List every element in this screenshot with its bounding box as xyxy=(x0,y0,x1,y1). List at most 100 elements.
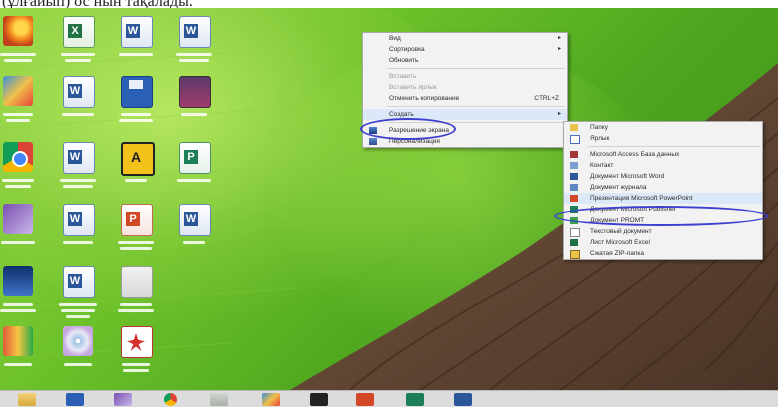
word-icon[interactable] xyxy=(454,393,472,406)
menu-item-personalize[interactable]: Персонализация xyxy=(363,136,567,147)
menu-separator xyxy=(588,146,760,147)
submenu-item-label: Папку xyxy=(590,124,608,131)
menu-item-label: Вид xyxy=(389,35,401,42)
film-icon[interactable] xyxy=(310,393,328,406)
desktop-icon-excel[interactable] xyxy=(54,16,102,78)
menu-separator xyxy=(387,106,565,107)
menu-item-label: Создать xyxy=(389,111,414,118)
desktop-icon-visual-studio[interactable] xyxy=(0,204,42,266)
word-icon xyxy=(179,16,211,48)
powerpoint-icon xyxy=(121,204,153,236)
submenu-item-label: Microsoft Access База данных xyxy=(590,151,680,158)
submenu-arrow-icon: ▸ xyxy=(557,111,561,117)
menu-item-undo-copy[interactable]: Отменить копирование CTRL+Z xyxy=(363,93,567,104)
publisher-icon[interactable] xyxy=(406,393,424,406)
desktop-icon-pdf[interactable] xyxy=(112,326,160,388)
chrome-icon[interactable] xyxy=(164,393,177,406)
new-submenu: Папку Ярлык Microsoft Access База данных… xyxy=(563,121,763,260)
desktop[interactable]: Вид ▸ Сортировка ▸ Обновить Вставить Встав… xyxy=(0,8,778,390)
paint-icon xyxy=(3,76,33,106)
paint-icon[interactable] xyxy=(262,393,280,406)
menu-item-paste[interactable]: Вставить xyxy=(363,71,567,82)
caption-text: (ұлғайып) ос нын тақалады. xyxy=(0,0,778,8)
chrome-icon xyxy=(3,142,33,172)
access-icon xyxy=(570,151,578,158)
monitor-icon xyxy=(369,127,377,134)
promt-icon xyxy=(570,217,578,224)
word-icon xyxy=(63,142,95,174)
menu-item-refresh[interactable]: Обновить xyxy=(363,55,567,66)
desktop-icon-powerpoint[interactable] xyxy=(112,204,160,266)
excel-icon xyxy=(63,16,95,48)
submenu-item-contact[interactable]: Контакт xyxy=(564,160,762,171)
visual-studio-icon[interactable] xyxy=(114,393,132,406)
desktop-icon-paint[interactable] xyxy=(0,76,42,138)
submenu-arrow-icon: ▸ xyxy=(557,35,561,41)
submenu-item-label: Презентация Microsoft PowerPoint xyxy=(590,195,693,202)
visual-studio-icon xyxy=(3,204,33,234)
submenu-item-journal[interactable]: Документ журнала xyxy=(564,182,762,193)
photo-icon xyxy=(179,76,211,108)
word-icon xyxy=(63,266,95,298)
submenu-item-word[interactable]: Документ Microsoft Word xyxy=(564,171,762,182)
zip-folder-icon xyxy=(570,250,580,259)
calculator-icon xyxy=(3,266,33,296)
submenu-item-access[interactable]: Microsoft Access База данных xyxy=(564,149,762,160)
word-icon xyxy=(63,204,95,236)
paint-icon[interactable] xyxy=(210,393,228,406)
desktop-icon-aimp[interactable] xyxy=(112,142,160,204)
desktop-icon-word-1[interactable] xyxy=(54,76,102,138)
shortcut-icon xyxy=(570,135,580,144)
desktop-icon-photo[interactable] xyxy=(170,76,218,138)
desktop-icon-word-7[interactable] xyxy=(170,204,218,266)
desktop-icon-chrome[interactable] xyxy=(0,142,42,204)
submenu-item-label: Сжатая ZIP-папка xyxy=(590,250,645,257)
folder-icon xyxy=(570,124,578,131)
desktop-icon-word-6[interactable] xyxy=(170,16,218,78)
menu-item-label: Отменить копирование xyxy=(389,95,460,102)
folder-icon[interactable] xyxy=(18,393,36,406)
journal-icon xyxy=(570,184,578,191)
desktop-icon-word-4[interactable] xyxy=(54,266,102,328)
screenshot: (ұлғайып) ос нын тақалады. xyxy=(0,0,778,407)
submenu-item-folder[interactable]: Папку xyxy=(564,122,762,133)
save-icon[interactable] xyxy=(66,393,84,406)
menu-item-paste-shortcut[interactable]: Вставить ярлык xyxy=(363,82,567,93)
submenu-item-excel[interactable]: Лист Microsoft Excel xyxy=(564,237,762,248)
desktop-icon-disc[interactable] xyxy=(54,326,102,388)
powerpoint-icon xyxy=(570,195,578,202)
desktop-icon-firefox[interactable] xyxy=(0,16,42,78)
menu-item-view[interactable]: Вид ▸ xyxy=(363,33,567,44)
aimp-icon xyxy=(121,142,155,176)
submenu-item-label: Документ Microsoft Word xyxy=(590,173,665,180)
desktop-icon-save[interactable] xyxy=(112,76,160,138)
desktop-icon-calculator[interactable] xyxy=(0,266,42,328)
submenu-item-publisher[interactable]: Документ Microsoft Publisher xyxy=(564,204,762,215)
publisher-icon xyxy=(179,142,211,174)
desktop-icon-word-2[interactable] xyxy=(54,142,102,204)
desktop-icon-gift[interactable] xyxy=(112,266,160,328)
desktop-icon-flag[interactable] xyxy=(0,326,42,388)
menu-item-sort[interactable]: Сортировка ▸ xyxy=(363,44,567,55)
submenu-item-text[interactable]: Текстовый документ xyxy=(564,226,762,237)
submenu-item-shortcut[interactable]: Ярлык xyxy=(564,133,762,144)
menu-separator xyxy=(387,68,565,69)
submenu-item-zip[interactable]: Сжатая ZIP-папка xyxy=(564,248,762,259)
desktop-icon-word-5[interactable] xyxy=(112,16,160,78)
contact-icon xyxy=(570,162,578,169)
submenu-item-powerpoint[interactable]: Презентация Microsoft PowerPoint xyxy=(564,193,762,204)
desktop-icon-publisher[interactable] xyxy=(170,142,218,204)
desktop-icon-word-3[interactable] xyxy=(54,204,102,266)
menu-item-screen-resolution[interactable]: Разрешение экрана xyxy=(363,125,567,136)
powerpoint-icon[interactable] xyxy=(356,393,374,406)
submenu-item-promt[interactable]: Документ PROMT xyxy=(564,215,762,226)
submenu-item-label: Ярлык xyxy=(590,135,610,142)
taskbar xyxy=(0,390,778,407)
menu-separator xyxy=(387,122,565,123)
save-icon xyxy=(121,76,153,108)
personalize-icon xyxy=(369,138,377,145)
menu-item-new[interactable]: Создать ▸ xyxy=(363,109,567,120)
word-icon xyxy=(179,204,211,236)
menu-item-shortcut: CTRL+Z xyxy=(534,95,559,102)
menu-item-label: Вставить ярлык xyxy=(389,84,437,91)
